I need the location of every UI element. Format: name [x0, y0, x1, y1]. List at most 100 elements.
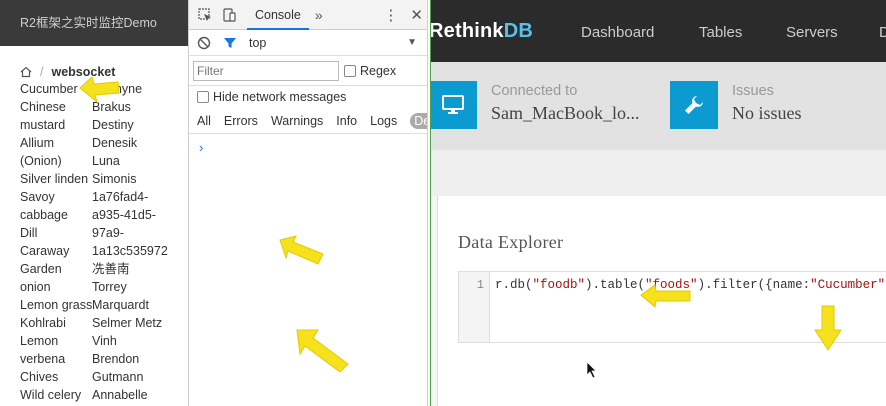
demo-title: R2框架之实时监控Demo	[20, 16, 157, 30]
issues-label: Issues	[732, 83, 774, 99]
list-item: onion Torrey	[20, 278, 188, 296]
food-name: Dill	[20, 226, 38, 240]
nav-data-explorer[interactable]: D	[879, 24, 886, 41]
kebab-menu-icon[interactable]: ⋮	[383, 6, 398, 24]
food-name: Lemon	[20, 334, 59, 348]
hide-network-checkbox-box[interactable]	[197, 91, 209, 103]
filter-input[interactable]	[193, 60, 339, 81]
context-selector[interactable]: top	[249, 36, 266, 50]
food-name: (Onion)	[20, 154, 62, 168]
food-value: Destiny	[92, 118, 134, 132]
list-item: Caraway 1a13c5359729	[20, 242, 188, 260]
list-item: verbena Brendon	[20, 350, 188, 368]
list-item: Silver linden Simonis	[20, 170, 188, 188]
food-name: Garden	[20, 262, 62, 276]
regex-checkbox[interactable]: Regex	[344, 64, 396, 78]
food-name: verbena	[20, 352, 66, 366]
context-dropdown-icon[interactable]: ▼	[407, 37, 417, 48]
filter-icon[interactable]	[223, 36, 237, 50]
food-value: 1a76fad4-	[92, 190, 149, 204]
close-icon[interactable]: ✕	[410, 6, 423, 24]
clear-console-icon[interactable]	[197, 36, 211, 50]
level-errors[interactable]: Errors	[224, 114, 258, 128]
hide-network-checkbox[interactable]: Hide network messages	[189, 86, 427, 108]
list-item: Chinese Brakus	[20, 98, 188, 116]
line-number: 1	[459, 272, 490, 342]
console-prompt[interactable]: ›	[189, 134, 427, 155]
list-item: Savoy 1a76fad4-	[20, 188, 188, 206]
food-value: 冼善南	[92, 262, 130, 276]
list-item: Kohlrabi Selmer Metz	[20, 314, 188, 332]
list-item: Lemon Vinh	[20, 332, 188, 350]
level-logs[interactable]: Logs	[370, 114, 397, 128]
console-toolbar: top ▼	[189, 30, 427, 56]
food-name: Savoy	[20, 190, 55, 204]
devtools-tabbar: Console » ⋮ ✕	[189, 0, 427, 30]
food-value: Torrey	[92, 280, 127, 294]
food-value: Gutmann	[92, 370, 144, 384]
food-name: onion	[20, 280, 51, 294]
monitor-icon	[431, 81, 477, 129]
list-item: Cucumber Jazmyne	[20, 80, 188, 98]
food-name: cabbage	[20, 208, 68, 222]
food-value: 1a13c5359729	[92, 244, 168, 258]
food-value: Brakus	[92, 100, 131, 114]
level-warnings[interactable]: Warnings	[271, 114, 323, 128]
food-value: Annabelle	[92, 388, 148, 402]
level-info[interactable]: Info	[336, 114, 357, 128]
wrench-icon	[670, 81, 718, 129]
food-value: Jazmyne	[92, 82, 143, 96]
regex-label: Regex	[360, 63, 397, 78]
food-value: Luna	[92, 154, 120, 168]
food-name: Caraway	[20, 244, 70, 258]
food-name: Chives	[20, 370, 59, 384]
filter-row: Regex	[189, 56, 427, 86]
list-item: Garden 冼善南	[20, 260, 188, 278]
rethinkdb-app: RethinkDB Dashboard Tables Servers D Con…	[430, 0, 886, 406]
nav-servers[interactable]: Servers	[786, 24, 838, 41]
food-value: Marquardt	[92, 298, 149, 312]
tab-console[interactable]: Console	[247, 0, 309, 30]
list-item: Wild celery Annabelle	[20, 386, 188, 404]
devtools-panel: Console » ⋮ ✕ top ▼ Regex Hide network m…	[188, 0, 428, 406]
level-debug[interactable]: Debu	[410, 112, 427, 129]
inspect-element-icon[interactable]	[193, 0, 217, 30]
level-all[interactable]: All	[197, 114, 211, 128]
rethinkdb-logo[interactable]: RethinkDB	[431, 20, 533, 43]
food-value: Selmer Metz	[92, 316, 163, 330]
regex-checkbox-box[interactable]	[344, 64, 356, 77]
food-name: Kohlrabi	[20, 316, 66, 330]
top-nav: RethinkDB Dashboard Tables Servers D	[431, 0, 886, 62]
food-value: Denesik	[92, 136, 138, 150]
demo-page: R2框架之实时监控Demo / websocket Cucumber Jazmyn…	[0, 0, 188, 406]
nav-tables[interactable]: Tables	[699, 24, 742, 41]
connected-label: Connected to	[491, 83, 578, 99]
connected-server[interactable]: Sam_MacBook_lo...	[491, 103, 640, 124]
issues-value[interactable]: No issues	[732, 103, 802, 124]
nav-dashboard[interactable]: Dashboard	[581, 24, 654, 41]
food-name: Wild celery	[20, 388, 82, 402]
food-name: Chinese	[20, 100, 66, 114]
breadcrumb-separator: /	[40, 65, 44, 79]
hide-network-label: Hide network messages	[213, 90, 347, 104]
food-value: Brendon	[92, 352, 140, 366]
food-name: Allium	[20, 136, 55, 150]
list-item: Dill 97a9-	[20, 224, 188, 242]
list-item: Lemon grass Marquardt	[20, 296, 188, 314]
food-value: Simonis	[92, 172, 137, 186]
breadcrumb-current: websocket	[51, 65, 116, 79]
food-value: 97a9-	[92, 226, 124, 240]
data-explorer-title: Data Explorer	[458, 232, 564, 252]
food-name: Cucumber	[20, 82, 78, 96]
query-code[interactable]: r.db("foodb").table("foods").filter({nam…	[495, 278, 885, 292]
more-tabs-icon[interactable]: »	[315, 7, 323, 23]
food-name: mustard	[20, 118, 66, 132]
food-name: Silver linden	[20, 172, 89, 186]
food-value: Vinh	[92, 334, 117, 348]
demo-header: R2框架之实时监控Demo	[0, 0, 188, 46]
query-editor[interactable]: 1 r.db("foodb").table("foods").filter({n…	[458, 271, 886, 343]
home-icon[interactable]	[20, 66, 32, 78]
device-toolbar-icon[interactable]	[217, 0, 241, 30]
separator-strip	[431, 150, 886, 196]
list-item: Chives Gutmann	[20, 368, 188, 386]
